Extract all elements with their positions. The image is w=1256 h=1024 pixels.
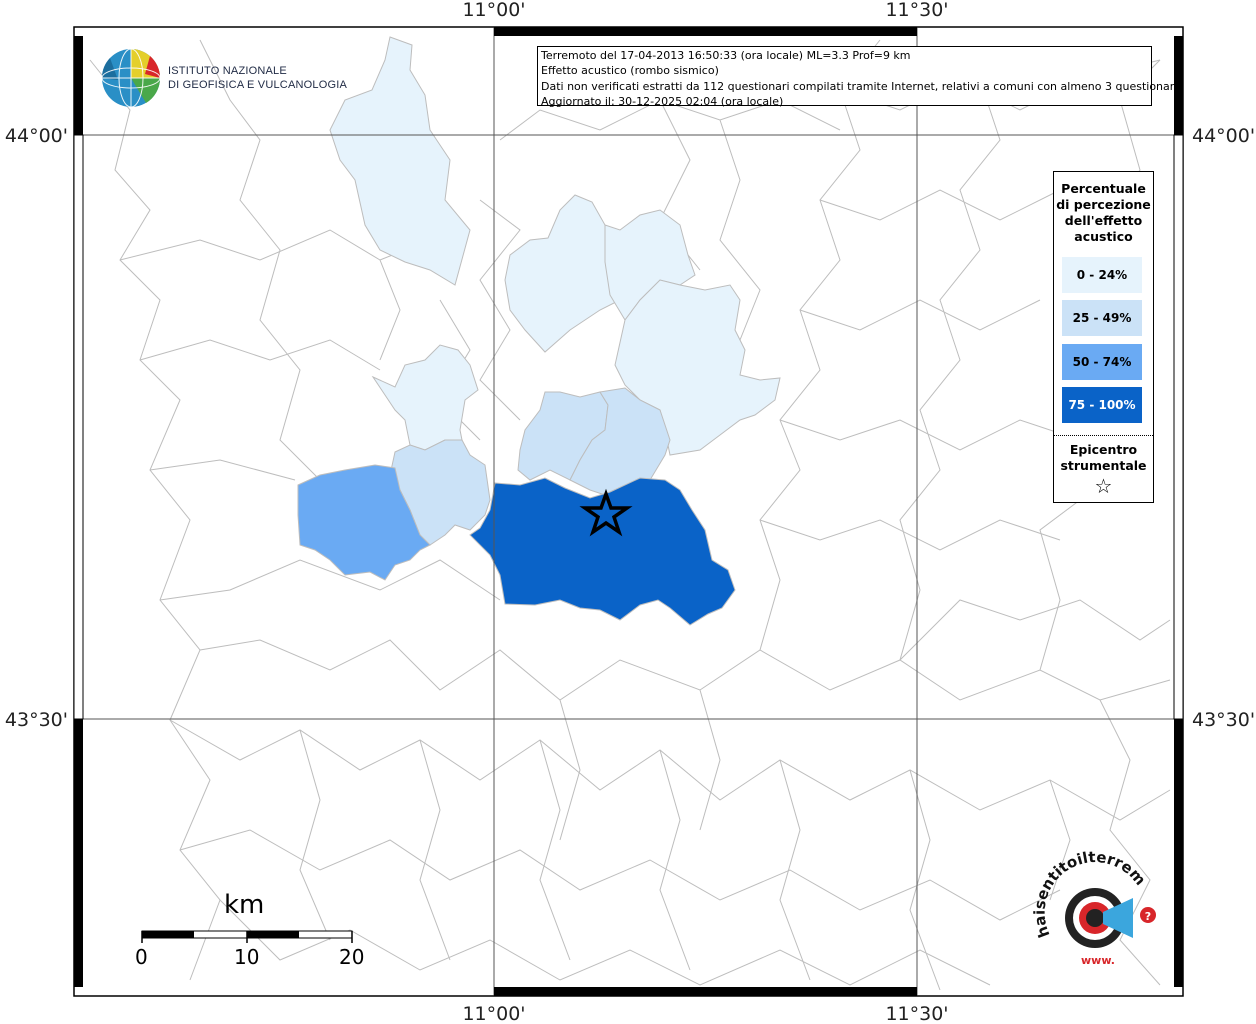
ingv-globe-icon xyxy=(101,48,161,108)
tick-top-1100: 11°00' xyxy=(462,0,525,21)
legend-box: Percentuale di percezione dell'effetto a… xyxy=(1053,171,1154,503)
tick-bottom-1100: 11°00' xyxy=(462,1003,525,1024)
legend-title: Percentuale di percezione dell'effetto a… xyxy=(1056,181,1151,244)
event-info-line-4: Aggiornato il: 30-12-2025 02:04 (ora loc… xyxy=(541,95,784,109)
tick-bottom-1130: 11°30' xyxy=(885,1003,948,1024)
ingv-line-1: ISTITUTO NAZIONALE xyxy=(168,65,287,77)
scale-label-0: 0 xyxy=(135,945,148,969)
tick-left-4330: 43°30' xyxy=(5,709,68,731)
legend-swatch-0-24: 0 - 24% xyxy=(1062,257,1142,293)
event-info-line-3: Dati non verificati estratti da 112 ques… xyxy=(541,79,1181,93)
event-info-line-2: Effetto acustico (rombo sismico) xyxy=(541,64,719,78)
legend-separator xyxy=(1054,435,1153,436)
tick-right-4330: 43°30' xyxy=(1192,709,1255,731)
legend-epicenter-star-icon: ☆ xyxy=(1094,474,1113,498)
intensity-map: 11°00' 11°30' 11°00' 11°30' 44°00' 43°30… xyxy=(0,0,1255,1024)
badge-www: www. xyxy=(1081,954,1115,967)
scale-label-20: 20 xyxy=(339,945,365,969)
ingv-logo-text: ISTITUTO NAZIONALE DI GEOFISICA E VULCAN… xyxy=(168,64,347,92)
legend-swatch-50-74: 50 - 74% xyxy=(1062,344,1142,380)
ingv-line-2: DI GEOFISICA E VULCANOLOGIA xyxy=(168,79,347,91)
event-info-line-1: Terremoto del 17-04-2013 16:50:33 (ora l… xyxy=(541,49,911,62)
tick-left-4400: 44°00' xyxy=(5,125,68,147)
legend-swatch-75-100: 75 - 100% xyxy=(1062,387,1142,423)
tick-top-1130: 11°30' xyxy=(885,0,948,21)
legend-swatch-25-49: 25 - 49% xyxy=(1062,300,1142,336)
scale-unit: km xyxy=(224,890,265,920)
event-info-box: Terremoto del 17-04-2013 16:50:33 (ora l… xyxy=(537,46,1181,109)
scale-label-10: 10 xyxy=(234,945,260,969)
tick-right-4400: 44°00' xyxy=(1192,125,1255,147)
legend-epicenter-label: Epicentro strumentale xyxy=(1060,442,1147,473)
badge-question: ? xyxy=(1145,910,1151,923)
